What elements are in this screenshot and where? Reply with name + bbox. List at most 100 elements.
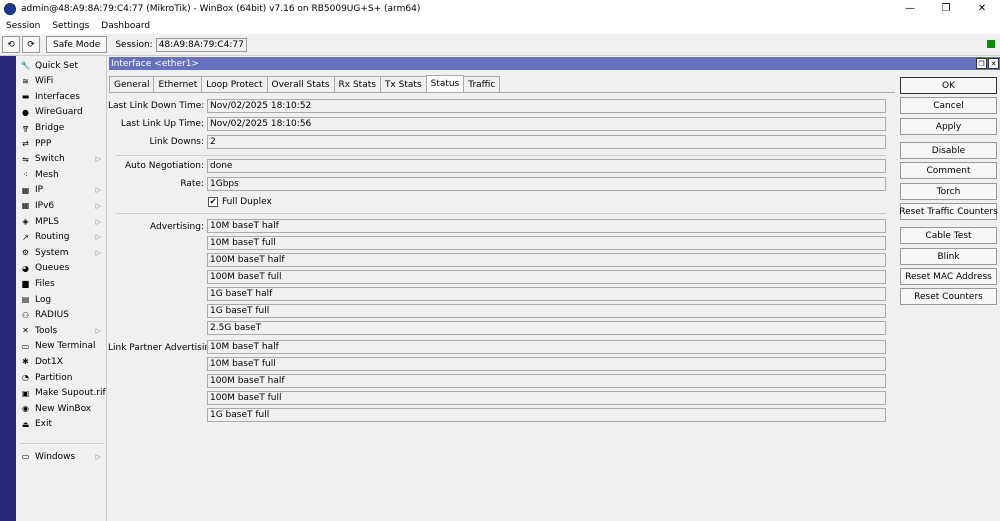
dot1x-icon: ✱ [22,357,29,367]
tab-overall-stats[interactable]: Overall Stats [266,76,335,92]
sidebar-item-wireguard[interactable]: ● WireGuard [16,105,107,120]
sidebar-item-exit[interactable]: ⏏ Exit [16,417,107,432]
sidebar-item-label: System [35,247,69,258]
advertising-field[interactable]: 2.5G baseT [207,321,886,335]
ip-icon: ▦ [21,185,30,195]
reset-traffic-counters-button[interactable]: Reset Traffic Counters [899,203,998,220]
sidebar-item-wifi[interactable]: ≋ WiFi [16,74,107,89]
submenu-arrow-icon: ▷ [95,217,101,226]
sidebar-item-mpls[interactable]: ◈ MPLS ▷ [16,214,107,229]
cable-test-button[interactable]: Cable Test [900,227,997,244]
files-icon: ▆ [22,279,29,289]
rate-field[interactable]: 1Gbps [207,177,886,191]
link-downs-field[interactable]: 2 [207,135,886,149]
advertising-field[interactable]: 100M baseT full [207,270,886,284]
tab-general[interactable]: General [109,76,155,92]
link-partner-advertising-field[interactable]: 100M baseT full [207,391,886,405]
link-partner-advertising-field[interactable]: 10M baseT half [207,340,886,354]
sidebar-item-radius[interactable]: ⚇ RADIUS [16,308,107,323]
interface-restore-button[interactable]: ❐ [976,58,987,69]
tab-traffic[interactable]: Traffic [463,76,501,92]
submenu-arrow-icon: ▷ [95,201,101,210]
sidebar-item-bridge[interactable]: ╦ Bridge [16,120,107,135]
sidebar-item-windows[interactable]: ▭ Windows ▷ [16,449,107,464]
sidebar-item-tools[interactable]: ✕ Tools ▷ [16,323,107,338]
sidebar-item-new-terminal[interactable]: ▭ New Terminal [16,339,107,354]
safe-mode-button[interactable]: Safe Mode [46,36,108,53]
menu-settings[interactable]: Settings [46,21,95,31]
link-partner-advertising-field[interactable]: 1G baseT full [207,408,886,422]
sidebar-item-new-winbox[interactable]: ◉ New WinBox [16,401,107,416]
interface-window-titlebar: Interface <ether1> ❐ ✕ [109,57,1000,70]
redo-button[interactable]: ⟳ [22,36,40,53]
link-partner-advertising-field[interactable]: 100M baseT half [207,374,886,388]
sidebar-item-label: Routing [35,232,70,243]
comment-button[interactable]: Comment [900,162,997,179]
window-title: admin@48:A9:8A:79:C4:77 (MikroTik) - Win… [21,3,421,14]
last-link-down-field[interactable]: Nov/02/2025 18:10:52 [207,99,886,113]
sidebar-item-label: New WinBox [35,403,92,414]
tab-rx-stats[interactable]: Rx Stats [333,76,381,92]
sidebar-item-label: PPP [35,138,52,149]
apply-button[interactable]: Apply [900,118,997,135]
sidebar-item-label: WiFi [35,76,54,87]
tab-ethernet[interactable]: Ethernet [153,76,203,92]
submenu-arrow-icon: ▷ [95,248,101,257]
submenu-arrow-icon: ▷ [95,155,101,164]
maximize-button[interactable]: ❐ [928,0,964,17]
advertising-field[interactable]: 100M baseT half [207,253,886,267]
sidebar-item-make-supout-rif[interactable]: ▣ Make Supout.rif [16,386,107,401]
radius-icon: ⚇ [21,310,30,320]
advertising-field[interactable]: 1G baseT half [207,287,886,301]
link-partner-advertising-label: Link Partner Advertising: [108,343,219,353]
sidebar-item-system[interactable]: ⚙ System ▷ [16,245,107,260]
menu-session[interactable]: Session [0,21,46,31]
sidebar-item-label: MPLS [35,216,59,227]
sidebar-item-routing[interactable]: ↗ Routing ▷ [16,230,107,245]
sidebar-item-interfaces[interactable]: ▬ Interfaces [16,89,107,104]
interface-close-button[interactable]: ✕ [988,58,999,69]
sidebar-item-switch[interactable]: ⇋ Switch ▷ [16,152,107,167]
advertising-field[interactable]: 10M baseT full [207,236,886,250]
sidebar-item-log[interactable]: ▤ Log [16,292,107,307]
advertising-field[interactable]: 10M baseT half [207,219,886,233]
cancel-button[interactable]: Cancel [900,97,997,114]
sidebar-item-ppp[interactable]: ⇄ PPP [16,136,107,151]
sidebar-item-queues[interactable]: ◕ Queues [16,261,107,276]
menu-dashboard[interactable]: Dashboard [95,21,156,31]
last-link-up-field[interactable]: Nov/02/2025 18:10:56 [207,117,886,131]
last-link-up-label: Last Link Up Time: [120,119,204,129]
tab-loop-protect[interactable]: Loop Protect [201,76,268,92]
reset-counters-button[interactable]: Reset Counters [900,288,997,305]
wifi-icon: ≋ [22,76,29,86]
blink-button[interactable]: Blink [900,248,997,265]
window-controls: — ❐ ✕ [892,0,1000,17]
sidebar-item-label: Tools [35,325,58,336]
sidebar-item-partition[interactable]: ◔ Partition [16,370,107,385]
sidebar-item-ip[interactable]: ▦ IP ▷ [16,183,107,198]
undo-button[interactable]: ⟲ [2,36,20,53]
disable-button[interactable]: Disable [900,142,997,159]
tab-tx-stats[interactable]: Tx Stats [379,76,427,92]
sidebar-item-files[interactable]: ▆ Files [16,276,107,291]
queues-icon: ◕ [22,263,29,273]
ok-button[interactable]: OK [900,77,997,94]
mpls-icon: ◈ [22,217,29,226]
link-partner-advertising-field[interactable]: 10M baseT full [207,357,886,371]
close-button[interactable]: ✕ [964,0,1000,17]
sidebar-item-label: Exit [35,419,53,430]
sidebar-item-quick-set[interactable]: 🔧 Quick Set [16,58,107,73]
rate-label: Rate: [180,179,204,189]
sidebar-item-mesh[interactable]: ⁖ Mesh [16,167,107,182]
sidebar-item-ipv6[interactable]: ▦ IPv6 ▷ [16,198,107,213]
tab-status[interactable]: Status [425,75,465,92]
sidebar-item-dot1x[interactable]: ✱ Dot1X [16,354,107,369]
full-duplex-checkbox[interactable]: ✔ [208,197,218,207]
auto-negotiation-field[interactable]: done [207,159,886,173]
torch-button[interactable]: Torch [900,183,997,200]
reset-mac-address-button[interactable]: Reset MAC Address [900,268,997,285]
log-icon: ▤ [21,295,30,304]
minimize-button[interactable]: — [892,0,928,17]
sidebar-separator [20,443,104,444]
advertising-field[interactable]: 1G baseT full [207,304,886,318]
